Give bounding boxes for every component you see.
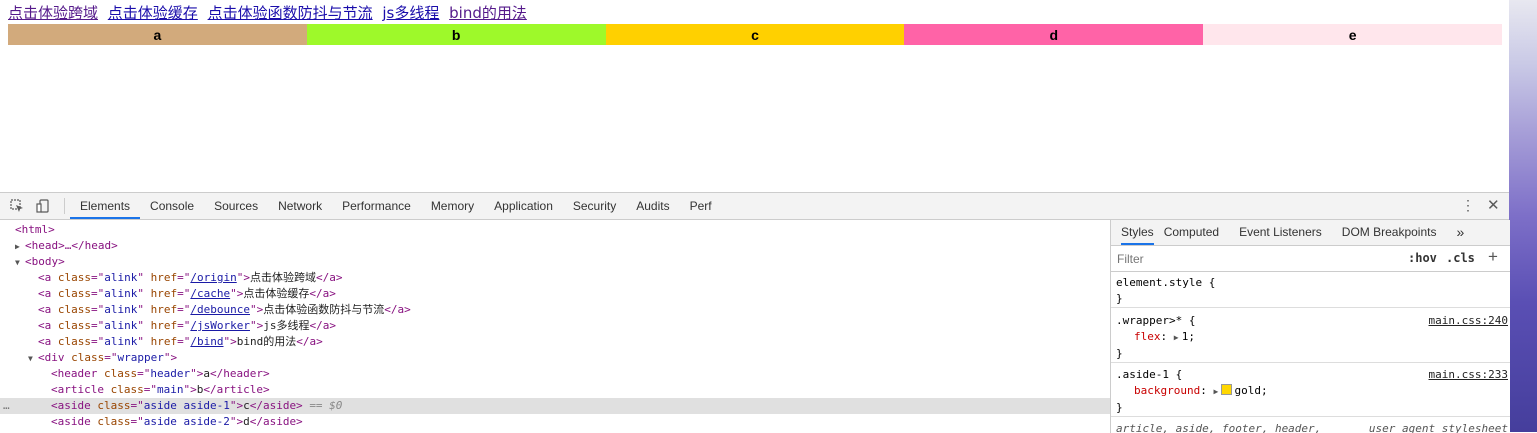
expand-arrow-icon[interactable]: ▶: [1213, 384, 1221, 400]
devtools-toolbar: Elements Console Sources Network Perform…: [0, 193, 1509, 220]
link-debounce[interactable]: 点击体验函数防抖与节流: [208, 4, 373, 22]
link-bar: 点击体验跨域 点击体验缓存 点击体验函数防抖与节流 js多线程 bind的用法: [8, 3, 532, 23]
tab-network[interactable]: Network: [268, 193, 332, 219]
source-link[interactable]: main.css:233: [1429, 367, 1508, 383]
tab-sources[interactable]: Sources: [204, 193, 268, 219]
color-swatch[interactable]: [1221, 384, 1233, 395]
tab-audits[interactable]: Audits: [626, 193, 679, 219]
box-footer: e: [1203, 24, 1502, 45]
link-jsworker[interactable]: js多线程: [382, 4, 439, 22]
more-options-icon[interactable]: ⋮: [1461, 197, 1475, 214]
tab-security[interactable]: Security: [563, 193, 626, 219]
box-main: b: [306, 24, 606, 45]
dom-node-body[interactable]: ▼ <body>: [0, 254, 1110, 270]
box-aside-1: c: [605, 24, 905, 45]
tab-memory[interactable]: Memory: [421, 193, 484, 219]
close-icon[interactable]: ✕: [1487, 196, 1500, 214]
tab-computed[interactable]: Computed: [1164, 220, 1229, 245]
dom-node-aside-1-selected[interactable]: … <aside class="aside aside-1">c</aside> …: [0, 398, 1110, 414]
dom-node-a[interactable]: <a class="alink" href="/debounce">点击体验函数…: [0, 302, 1110, 318]
dom-node-wrapper[interactable]: ▼ <div class="wrapper">: [0, 350, 1110, 366]
more-actions-icon[interactable]: …: [3, 398, 10, 414]
link-bind[interactable]: bind的用法: [449, 4, 527, 22]
device-toolbar-icon[interactable]: [35, 198, 51, 214]
dom-node-a[interactable]: <a class="alink" href="/cache">点击体验缓存</a…: [0, 286, 1110, 302]
dom-node-html[interactable]: <html>: [0, 222, 1110, 238]
tab-styles[interactable]: Styles: [1121, 220, 1154, 245]
more-tabs-icon[interactable]: »: [1456, 220, 1474, 245]
new-rule-icon[interactable]: +: [1488, 247, 1498, 267]
devtools-tabs: Elements Console Sources Network Perform…: [70, 193, 722, 219]
rule-element-style: element.style { }: [1111, 275, 1510, 308]
devtools-panel: Elements Console Sources Network Perform…: [0, 192, 1510, 433]
tab-perf[interactable]: Perf: [680, 193, 722, 219]
flex-wrapper: a b c d e: [8, 24, 1502, 45]
dom-node-head[interactable]: ▶ <head>…</head>: [0, 238, 1110, 254]
link-origin[interactable]: 点击体验跨域: [8, 4, 98, 22]
dom-node-a[interactable]: <a class="alink" href="/bind">bind的用法</a…: [0, 334, 1110, 350]
tab-application[interactable]: Application: [484, 193, 563, 219]
styles-filter-bar: :hov .cls +: [1111, 246, 1510, 272]
hover-state-toggle[interactable]: :hov: [1408, 251, 1437, 265]
dom-node-a[interactable]: <a class="alink" href="/jsWorker">js多线程<…: [0, 318, 1110, 334]
source-link[interactable]: main.css:240: [1429, 313, 1508, 329]
dom-node-a[interactable]: <a class="alink" href="/origin">点击体验跨域</…: [0, 270, 1110, 286]
tab-elements[interactable]: Elements: [70, 193, 141, 219]
desktop-background: [1509, 0, 1537, 432]
link-cache[interactable]: 点击体验缓存: [108, 4, 198, 22]
expand-arrow-icon[interactable]: ▶: [15, 239, 25, 255]
web-page: 点击体验跨域 点击体验缓存 点击体验函数防抖与节流 js多线程 bind的用法 …: [0, 0, 1509, 192]
toolbar-separator: [64, 198, 65, 214]
expand-arrow-icon[interactable]: ▶: [1174, 330, 1182, 346]
styles-filter-input[interactable]: [1115, 249, 1399, 269]
tab-dom-breakpoints[interactable]: DOM Breakpoints: [1342, 220, 1447, 245]
styles-tabs: Styles Computed Event Listeners DOM Brea…: [1111, 220, 1510, 246]
rule-wrapper-children: .wrapper>* { main.css:240 flex: ▶ 1; }: [1111, 313, 1510, 363]
box-aside-2: d: [904, 24, 1204, 45]
box-header: a: [8, 24, 307, 45]
collapse-arrow-icon[interactable]: ▼: [28, 351, 38, 367]
dom-node-aside-2[interactable]: <aside class="aside aside-2">d</aside>: [0, 414, 1110, 430]
tab-console[interactable]: Console: [140, 193, 204, 219]
inspect-element-icon[interactable]: [9, 198, 25, 214]
rule-aside-1: .aside-1 { main.css:233 background: ▶ gol…: [1111, 367, 1510, 417]
tab-performance[interactable]: Performance: [332, 193, 421, 219]
dom-node-header[interactable]: <header class="header">a</header>: [0, 366, 1110, 382]
class-toggle[interactable]: .cls: [1446, 251, 1475, 265]
elements-tree: <html> ▶ <head>…</head> ▼ <body> <a class=…: [0, 220, 1110, 433]
tab-event-listeners[interactable]: Event Listeners: [1239, 220, 1332, 245]
collapse-arrow-icon[interactable]: ▼: [15, 255, 25, 271]
rule-user-agent: article, aside, footer, header, user agen…: [1116, 422, 1508, 433]
styles-pane: Styles Computed Event Listeners DOM Brea…: [1110, 220, 1510, 433]
dom-node-article[interactable]: <article class="main">b</article>: [0, 382, 1110, 398]
